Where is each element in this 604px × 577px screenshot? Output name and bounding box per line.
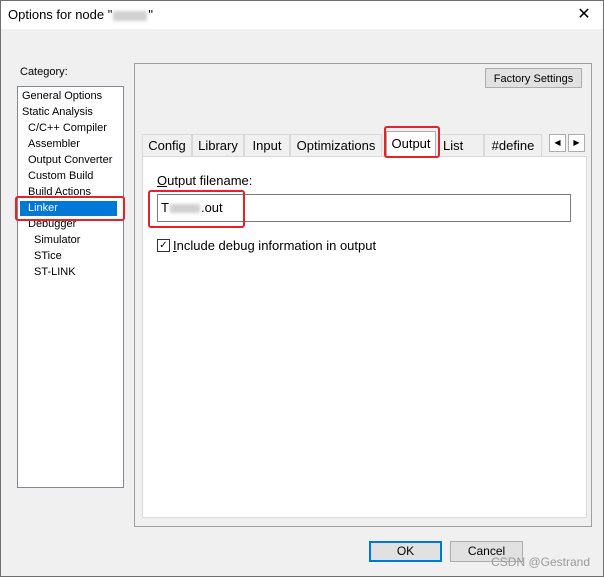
category-item-stice[interactable]: STice <box>32 249 64 264</box>
tab-bar: Config Library Input Optimizations Outpu… <box>142 131 588 156</box>
category-list[interactable]: General Options Static Analysis C/C++ Co… <box>17 86 124 488</box>
category-item-simulator[interactable]: Simulator <box>32 233 82 248</box>
include-debug-label: Include debug information in output <box>173 238 377 253</box>
category-item-c-compiler[interactable]: C/C++ Compiler <box>26 121 109 136</box>
title-bar: Options for node " " ✕ <box>1 1 603 29</box>
tab-scroll-left-icon[interactable]: ◀ <box>549 134 566 152</box>
tab-list[interactable]: List <box>438 134 484 156</box>
close-icon[interactable]: ✕ <box>571 5 597 25</box>
tab-define[interactable]: #define <box>484 134 542 156</box>
tab-input[interactable]: Input <box>244 134 290 156</box>
tab-optimizations[interactable]: Optimizations <box>290 134 382 156</box>
highlight-output-tab <box>384 126 440 158</box>
highlight-filename <box>148 190 245 228</box>
category-item-static-analysis[interactable]: Static Analysis <box>20 105 95 120</box>
tab-scroll-right-icon[interactable]: ▶ <box>568 134 585 152</box>
category-item-st-link[interactable]: ST-LINK <box>32 265 78 280</box>
tab-library[interactable]: Library <box>192 134 244 156</box>
category-item-output-converter[interactable]: Output Converter <box>26 153 114 168</box>
redacted-node-name <box>113 10 148 21</box>
category-item-general-options[interactable]: General Options <box>20 89 104 104</box>
watermark: CSDN @Gestrand <box>491 555 590 569</box>
category-label: Category: <box>20 66 68 78</box>
category-item-assembler[interactable]: Assembler <box>26 137 82 152</box>
include-debug-checkbox[interactable]: ✓ <box>157 239 170 252</box>
ok-button[interactable]: OK <box>369 541 442 562</box>
tab-config[interactable]: Config <box>142 134 192 156</box>
factory-settings-button[interactable]: Factory Settings <box>485 68 582 88</box>
output-filename-label: Output filename: <box>157 173 253 188</box>
highlight-linker <box>15 196 125 221</box>
category-item-custom-build[interactable]: Custom Build <box>26 169 95 184</box>
window-title: Options for node " " <box>8 7 153 22</box>
